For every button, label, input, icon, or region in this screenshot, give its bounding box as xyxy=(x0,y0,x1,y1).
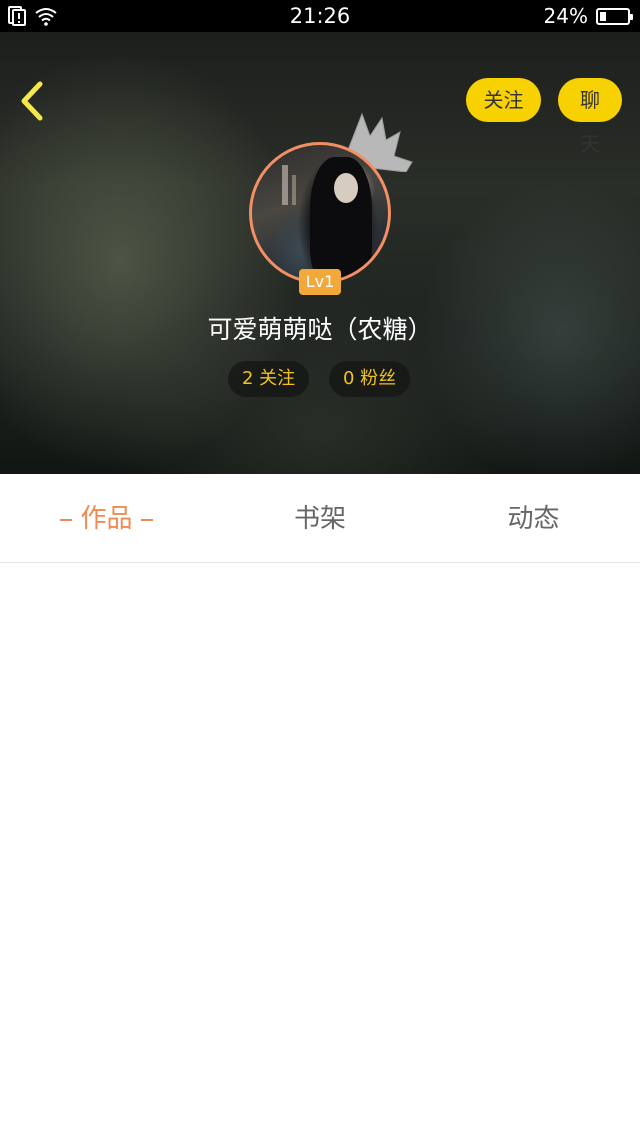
chevron-left-icon xyxy=(21,81,43,121)
tab-activity[interactable]: 动态 xyxy=(427,476,640,563)
battery-percent: 24% xyxy=(543,4,588,28)
fans-count[interactable]: 0 粉丝 xyxy=(329,361,411,397)
avatar-detail xyxy=(282,165,288,205)
tab-shelf[interactable]: 书架 xyxy=(213,476,427,563)
status-bar: 21:26 24% xyxy=(0,0,640,32)
avatar-detail xyxy=(334,173,358,203)
back-button[interactable] xyxy=(14,78,54,124)
level-badge: Lv1 xyxy=(299,269,341,295)
status-right: 24% xyxy=(543,4,633,28)
following-count[interactable]: 2 关注 xyxy=(228,361,310,397)
follow-button[interactable]: 关注 xyxy=(466,78,541,122)
active-tab-dash xyxy=(140,518,153,521)
profile-tabs: 作品 书架 动态 xyxy=(0,476,640,563)
avatar[interactable] xyxy=(249,142,391,284)
profile-header: 关注 聊天 Lv1 可爱萌萌哒（农糖） 2 关注 0 粉丝 xyxy=(0,32,640,474)
tab-works[interactable]: 作品 xyxy=(0,476,213,563)
tab-works-label: 作品 xyxy=(80,504,133,534)
active-tab-dash xyxy=(60,518,73,521)
battery-fill xyxy=(600,11,606,21)
battery-icon xyxy=(596,7,633,25)
tab-content xyxy=(0,564,640,1138)
chat-button[interactable]: 聊天 xyxy=(558,78,622,156)
username: 可爱萌萌哒（农糖） xyxy=(207,315,433,344)
avatar-detail xyxy=(292,175,296,205)
